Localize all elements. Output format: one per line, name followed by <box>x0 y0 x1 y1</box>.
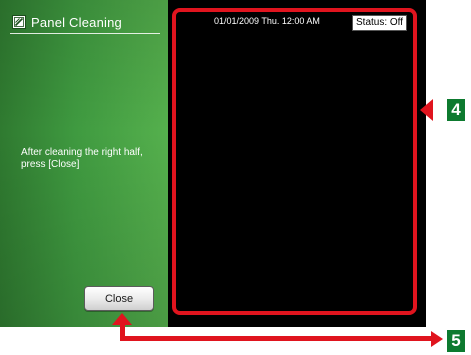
title-divider <box>10 33 160 34</box>
callout-5-arrow-up-icon <box>112 313 132 325</box>
left-panel: Panel Cleaning After cleaning the right … <box>0 0 168 327</box>
callout-badge-5: 5 <box>447 330 465 352</box>
callout-4-arrow-icon <box>420 99 433 121</box>
callout-5-arrow-right-icon <box>431 331 443 347</box>
instruction-text: After cleaning the right half, press [Cl… <box>21 147 161 171</box>
callout-5-leader-line <box>120 336 432 341</box>
instruction-line-2: press [Close] <box>21 159 80 170</box>
callout-5-leader-stem <box>120 324 125 341</box>
close-button[interactable]: Close <box>84 286 154 311</box>
panel-cleaning-icon <box>12 15 26 29</box>
page-title: Panel Cleaning <box>31 14 122 30</box>
instruction-line-1: After cleaning the right half, <box>21 147 143 158</box>
cleaning-area-highlight <box>172 8 417 315</box>
callout-badge-4: 4 <box>447 99 465 121</box>
manual-figure: Panel Cleaning After cleaning the right … <box>0 0 471 355</box>
screen-title: Panel Cleaning <box>12 13 122 31</box>
